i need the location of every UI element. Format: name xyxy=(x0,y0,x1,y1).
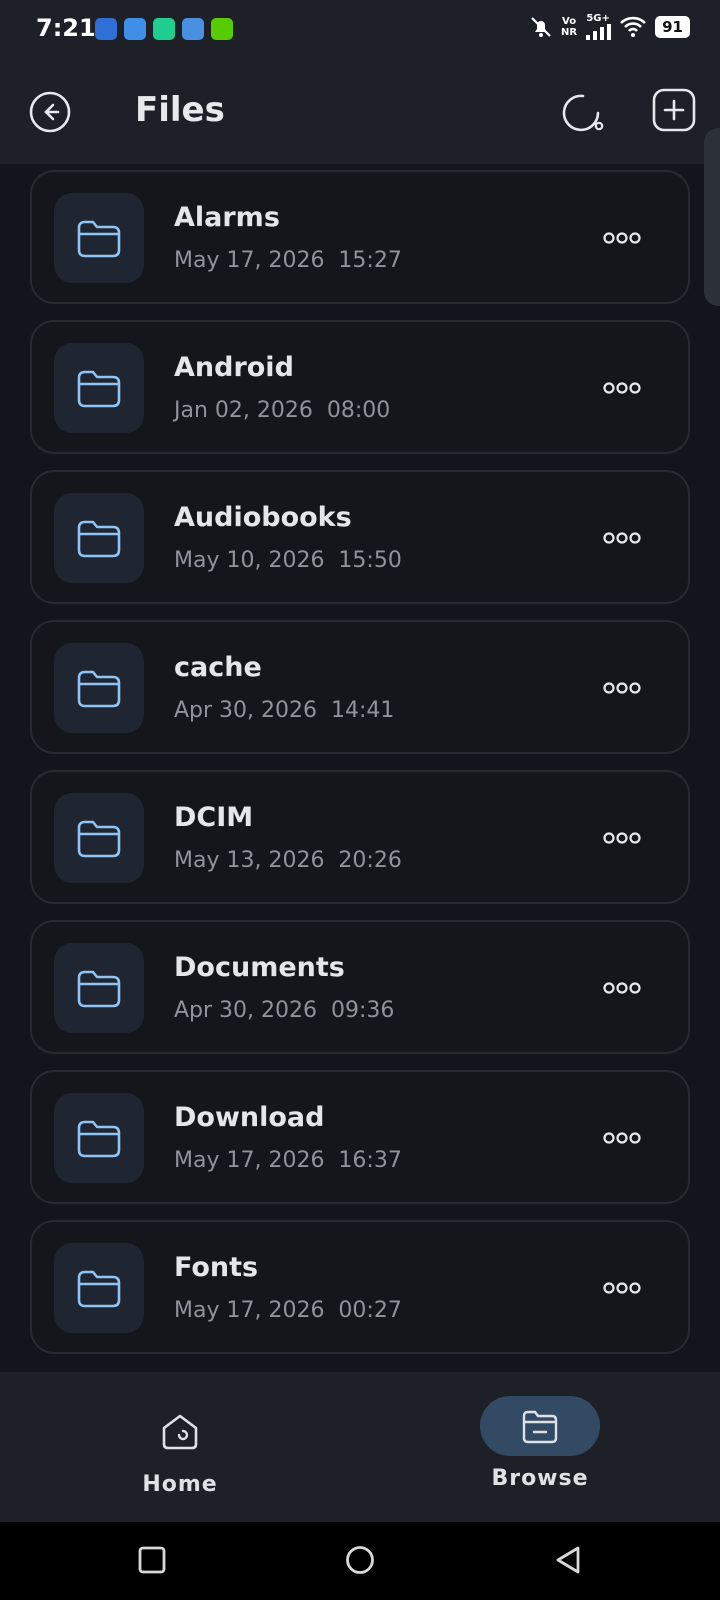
back-button[interactable] xyxy=(28,90,72,134)
folder-date: Jan 02, 2026 08:00 xyxy=(174,398,391,423)
volte-bottom: NR xyxy=(561,27,578,38)
battery-indicator: 91 xyxy=(655,16,690,38)
wifi-icon xyxy=(620,16,647,37)
folder-date: Apr 30, 2026 09:36 xyxy=(174,998,395,1023)
page-title: Files xyxy=(135,90,225,130)
more-options-button[interactable] xyxy=(602,374,642,402)
app-bar: Files xyxy=(0,60,720,164)
folder-date: May 17, 2026 16:37 xyxy=(174,1148,402,1173)
folder-name: Audiobooks xyxy=(174,502,352,533)
list-item-folder[interactable]: Download May 17, 2026 16:37 xyxy=(30,1070,690,1204)
folder-icon-container xyxy=(54,193,144,283)
folder-date: Apr 30, 2026 14:41 xyxy=(174,698,395,723)
nav-home-label: Home xyxy=(142,1472,218,1497)
network-type-label: 5G+ xyxy=(586,13,610,24)
volte-top: Vo xyxy=(562,16,577,27)
files-app-icon xyxy=(182,18,204,40)
folder-icon-container xyxy=(54,493,144,583)
folder-name: Fonts xyxy=(174,1252,259,1283)
more-options-button[interactable] xyxy=(602,1124,642,1152)
home-system-button[interactable] xyxy=(340,1540,380,1580)
bottom-navigation: Home Browse xyxy=(0,1372,720,1522)
folder-icon-container xyxy=(54,943,144,1033)
bell-off-icon xyxy=(531,17,551,37)
nav-browse-icon-wrap xyxy=(480,1396,600,1456)
folder-icon xyxy=(77,520,121,558)
folder-icon xyxy=(77,820,121,858)
folder-date: May 17, 2026 00:27 xyxy=(174,1298,402,1323)
nav-browse-tab[interactable]: Browse xyxy=(470,1396,610,1506)
volte-indicator: Vo NR xyxy=(561,16,577,38)
system-navigation-bar xyxy=(0,1522,720,1600)
folder-icon-container xyxy=(54,1093,144,1183)
folder-icon-container xyxy=(54,1243,144,1333)
folder-icon xyxy=(77,970,121,1008)
status-right: Vo NR 5G+ 91 xyxy=(529,14,690,40)
home-icon xyxy=(162,1414,198,1450)
usb-icon xyxy=(95,18,117,40)
notification-icons xyxy=(95,18,233,40)
refresh-button[interactable] xyxy=(560,90,606,136)
more-options-button[interactable] xyxy=(602,974,642,1002)
nav-home-tab[interactable]: Home xyxy=(120,1402,240,1502)
folder-icon-container xyxy=(54,343,144,433)
more-options-button[interactable] xyxy=(602,824,642,852)
recent-apps-button[interactable] xyxy=(132,1540,172,1580)
folder-date: May 17, 2026 15:27 xyxy=(174,248,402,273)
browser-app-icon xyxy=(124,18,146,40)
status-time: 7:21 xyxy=(36,14,96,42)
more-options-button[interactable] xyxy=(602,524,642,552)
browse-folder-icon xyxy=(522,1410,558,1444)
more-options-button[interactable] xyxy=(602,224,642,252)
folder-date: May 10, 2026 15:50 xyxy=(174,548,402,573)
maybe-app-icon xyxy=(153,18,175,40)
folder-icon xyxy=(77,370,121,408)
folder-icon xyxy=(77,1120,121,1158)
folder-name: DCIM xyxy=(174,802,254,833)
folder-name: Documents xyxy=(174,952,345,983)
list-item-folder[interactable]: Android Jan 02, 2026 08:00 xyxy=(30,320,690,454)
folder-icon-container xyxy=(54,793,144,883)
folder-name: cache xyxy=(174,652,262,683)
more-options-button[interactable] xyxy=(602,1274,642,1302)
list-item-folder[interactable]: Alarms May 17, 2026 15:27 xyxy=(30,170,690,304)
status-bar: 7:21 Vo NR 5G+ 91 xyxy=(0,0,720,60)
signal-icon xyxy=(586,24,612,40)
list-item-folder[interactable]: Audiobooks May 10, 2026 15:50 xyxy=(30,470,690,604)
add-folder-button[interactable] xyxy=(650,86,698,134)
folder-name: Alarms xyxy=(174,202,280,233)
folder-name: Download xyxy=(174,1102,325,1133)
folder-icon xyxy=(77,1270,121,1308)
folder-icon xyxy=(77,670,121,708)
list-item-folder[interactable]: DCIM May 13, 2026 20:26 xyxy=(30,770,690,904)
back-system-button[interactable] xyxy=(548,1540,588,1580)
more-options-button[interactable] xyxy=(602,674,642,702)
list-item-folder[interactable]: Fonts May 17, 2026 00:27 xyxy=(30,1220,690,1354)
folder-date: May 13, 2026 20:26 xyxy=(174,848,402,873)
list-item-folder[interactable]: cache Apr 30, 2026 14:41 xyxy=(30,620,690,754)
list-item-folder[interactable]: Documents Apr 30, 2026 09:36 xyxy=(30,920,690,1054)
duolingo-icon xyxy=(211,18,233,40)
folder-icon xyxy=(77,220,121,258)
folder-icon-container xyxy=(54,643,144,733)
scrollbar-handle[interactable] xyxy=(704,128,720,306)
nav-browse-label: Browse xyxy=(491,1466,589,1491)
folder-name: Android xyxy=(174,352,294,383)
nav-home-icon-wrap xyxy=(120,1402,240,1462)
signal-group: 5G+ xyxy=(585,13,612,40)
